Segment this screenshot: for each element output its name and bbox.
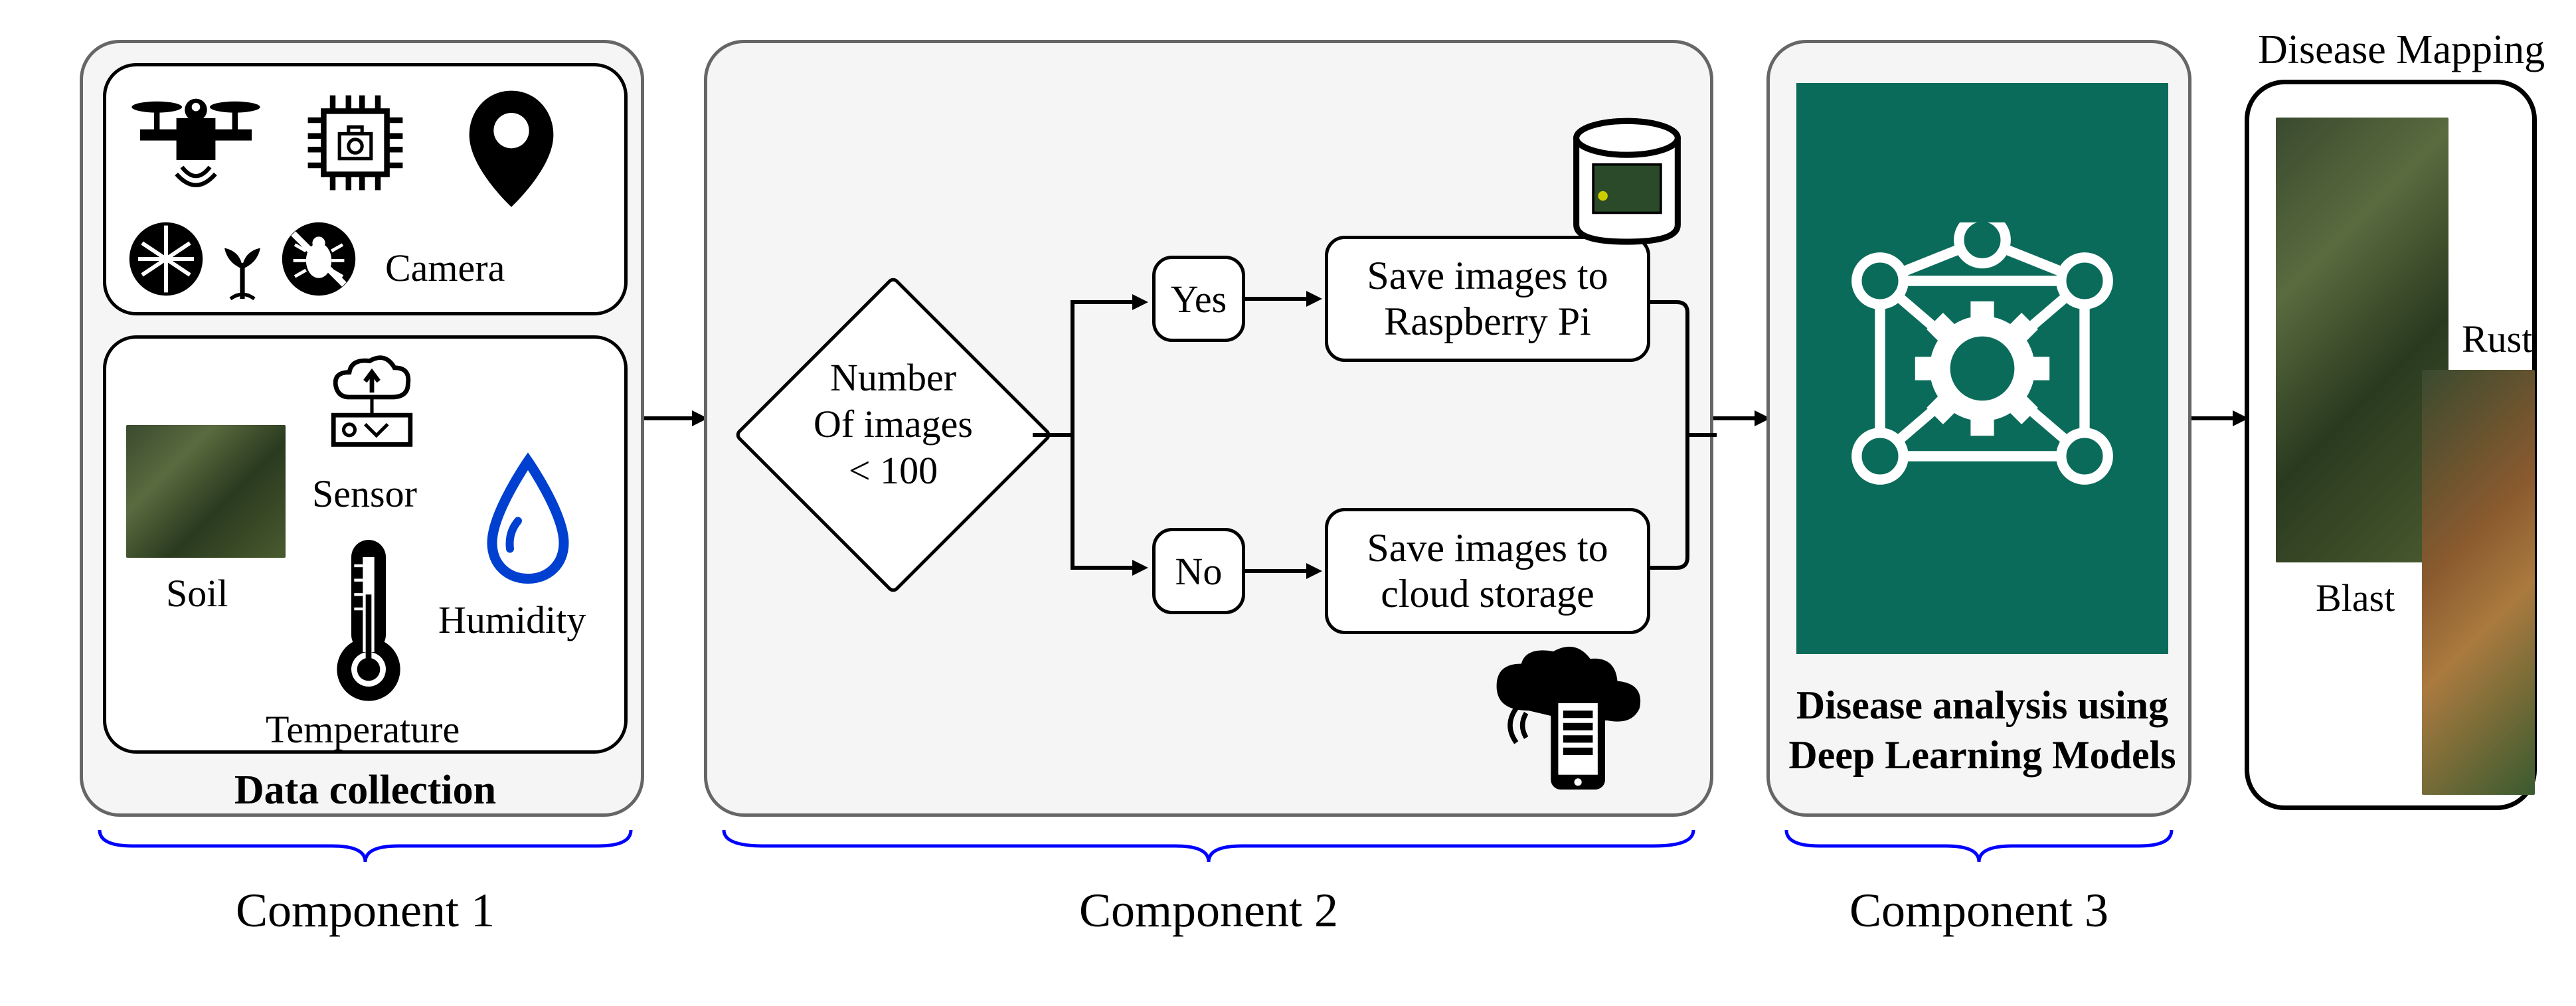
decision-l2: Of images bbox=[780, 402, 1006, 446]
panel-disease-mapping: Blast Rust bbox=[2245, 80, 2537, 810]
blast-label: Blast bbox=[2316, 576, 2395, 620]
rust-label: Rust bbox=[2462, 317, 2532, 361]
neural-network-block bbox=[1796, 83, 2168, 654]
yes-label: Yes bbox=[1171, 277, 1227, 321]
panel-analysis: Disease analysis using Deep Learning Mod… bbox=[1766, 40, 2191, 817]
yes-box: Yes bbox=[1152, 256, 1245, 342]
plant-sprout-icon bbox=[213, 232, 272, 305]
sensor-label: Sensor bbox=[312, 471, 417, 516]
c3-label: Component 3 bbox=[1780, 883, 2178, 938]
humidity-drop-icon bbox=[478, 452, 578, 584]
cloud-phone-icon bbox=[1484, 641, 1657, 800]
camera-label: Camera bbox=[385, 246, 505, 290]
drone-icon bbox=[126, 86, 266, 206]
no-bug-icon bbox=[279, 219, 359, 299]
soil-photo bbox=[126, 425, 286, 558]
c2-label: Component 2 bbox=[717, 883, 1700, 938]
no-box: No bbox=[1152, 528, 1245, 614]
panel1-title: Data collection bbox=[83, 767, 647, 814]
soil-label: Soil bbox=[166, 571, 228, 616]
arrow-p1-p2 bbox=[644, 398, 711, 438]
camera-device-box: Camera bbox=[103, 63, 628, 315]
panel3-title: Disease analysis using Deep Learning Mod… bbox=[1770, 681, 2195, 780]
panel3-title-l2: Deep Learning Models bbox=[1788, 733, 2176, 777]
arrow-yes-save bbox=[1245, 279, 1325, 319]
arrow-no-save bbox=[1245, 551, 1325, 591]
brace-c3 bbox=[1780, 823, 2178, 870]
thermometer-icon bbox=[325, 531, 412, 704]
save-cloud-l2: cloud storage bbox=[1381, 571, 1594, 617]
save-pi-l1: Save images to bbox=[1367, 253, 1608, 299]
location-pin-icon bbox=[452, 80, 571, 212]
decision-l3: < 100 bbox=[780, 448, 1006, 493]
panel-data-collection: Camera Sensor Soil Humidity bbox=[80, 40, 644, 817]
save-cloud-l1: Save images to bbox=[1367, 525, 1608, 571]
neural-network-gear-icon bbox=[1836, 222, 2128, 515]
brace-c2 bbox=[717, 823, 1700, 870]
rust-photo bbox=[2422, 370, 2535, 795]
no-label: No bbox=[1175, 549, 1223, 594]
chip-camera-icon bbox=[299, 86, 412, 199]
panel3-title-l1: Disease analysis using bbox=[1796, 683, 2168, 727]
cloud-sensor-icon bbox=[312, 352, 432, 465]
merge-bracket bbox=[1650, 289, 1717, 581]
sensor-box: Sensor Soil Humidity T bbox=[103, 335, 628, 754]
save-cloud-box: Save images to cloud storage bbox=[1325, 508, 1650, 634]
panel-decision: Number Of images < 100 Yes No Save image… bbox=[704, 40, 1713, 817]
database-icon bbox=[1564, 116, 1690, 249]
temperature-label: Temperature bbox=[266, 707, 460, 752]
panel4-title: Disease Mapping bbox=[2258, 27, 2545, 74]
c1-label: Component 1 bbox=[93, 883, 638, 938]
brace-c1 bbox=[93, 823, 638, 870]
humidity-label: Humidity bbox=[438, 598, 586, 642]
decision-split-arrows bbox=[1033, 249, 1152, 621]
save-pi-box: Save images to Raspberry Pi bbox=[1325, 236, 1650, 362]
decision-l1: Number bbox=[780, 355, 1006, 400]
diagram-canvas: Camera Sensor Soil Humidity bbox=[27, 27, 2549, 979]
ball-icon bbox=[126, 219, 206, 299]
save-pi-l2: Raspberry Pi bbox=[1384, 299, 1591, 345]
